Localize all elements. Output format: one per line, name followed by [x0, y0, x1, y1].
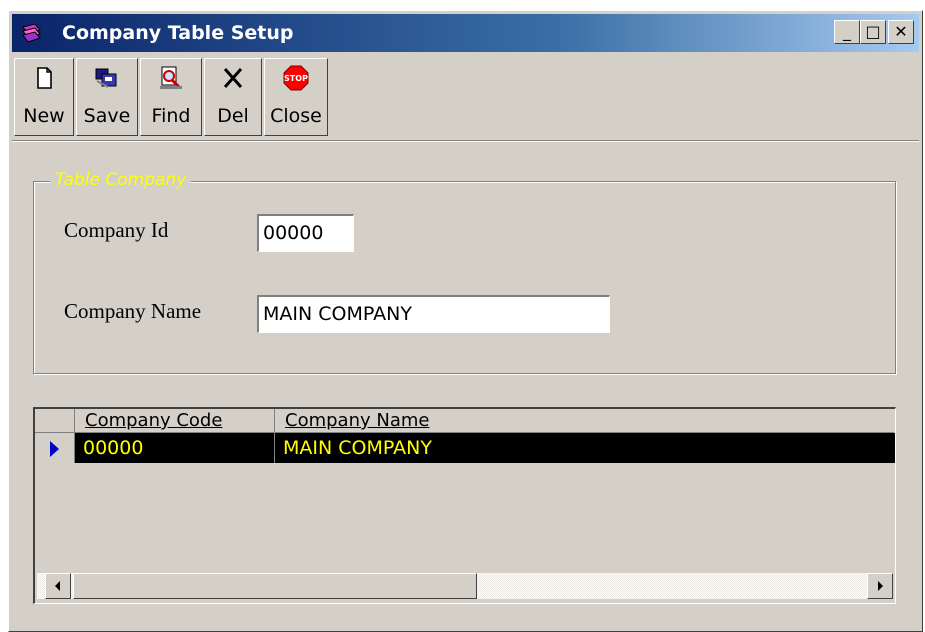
row-selector[interactable]	[35, 433, 75, 463]
new-button[interactable]: New	[14, 58, 74, 136]
new-document-icon	[37, 67, 52, 89]
close-window-button[interactable]: ✕	[888, 20, 914, 44]
svg-text:STOP: STOP	[284, 74, 308, 83]
new-button-label: New	[23, 105, 65, 127]
find-button[interactable]: Find	[140, 58, 202, 136]
maximize-button[interactable]: □	[860, 20, 886, 44]
horizontal-scrollbar[interactable]	[37, 573, 893, 599]
close-button[interactable]: STOP Close	[264, 58, 328, 136]
window-title: Company Table Setup	[62, 22, 294, 44]
minimize-button[interactable]: _	[834, 20, 860, 44]
stop-sign-icon: STOP	[283, 65, 309, 91]
delete-icon	[223, 68, 243, 88]
scroll-left-button[interactable]	[45, 573, 71, 599]
scroll-right-button[interactable]	[867, 573, 893, 599]
cell-company-name[interactable]: MAIN COMPANY	[275, 433, 894, 463]
company-grid[interactable]: Company Code Company Name 00000 MAIN COM…	[33, 407, 896, 604]
column-header-company-code[interactable]: Company Code	[75, 409, 275, 433]
company-id-input[interactable]: 00000	[257, 214, 354, 252]
books-app-icon	[22, 23, 41, 43]
column-header-company-name[interactable]: Company Name	[275, 409, 894, 433]
company-name-input[interactable]: MAIN COMPANY	[257, 295, 610, 333]
table-row[interactable]: 00000 MAIN COMPANY	[35, 433, 895, 463]
grid-header: Company Code Company Name	[35, 409, 895, 433]
grid-corner-cell	[35, 409, 75, 433]
current-row-pointer-icon	[50, 441, 59, 457]
find-icon	[160, 66, 182, 89]
delete-button[interactable]: Del	[204, 58, 262, 136]
cell-company-code[interactable]: 00000	[75, 433, 275, 463]
arrow-right-icon	[878, 581, 883, 591]
toolbar: New Save Find Del STOP Close	[12, 54, 919, 142]
scroll-thumb[interactable]	[73, 573, 477, 599]
company-table-setup-window: Company Table Setup _ □ ✕ New Save Find …	[8, 10, 923, 632]
save-button-label: Save	[83, 105, 131, 127]
company-id-label: Company Id	[64, 218, 169, 242]
title-bar[interactable]: Company Table Setup _ □ ✕	[12, 14, 919, 52]
save-icon	[95, 68, 117, 88]
save-button[interactable]: Save	[76, 58, 138, 136]
company-name-label: Company Name	[64, 299, 202, 323]
find-button-label: Find	[151, 105, 191, 127]
table-company-group: Table Company Company Id 00000 Company N…	[33, 170, 896, 374]
group-legend: Table Company	[50, 170, 192, 190]
arrow-left-icon	[55, 581, 60, 591]
delete-button-label: Del	[217, 105, 249, 127]
close-button-label: Close	[270, 105, 322, 127]
